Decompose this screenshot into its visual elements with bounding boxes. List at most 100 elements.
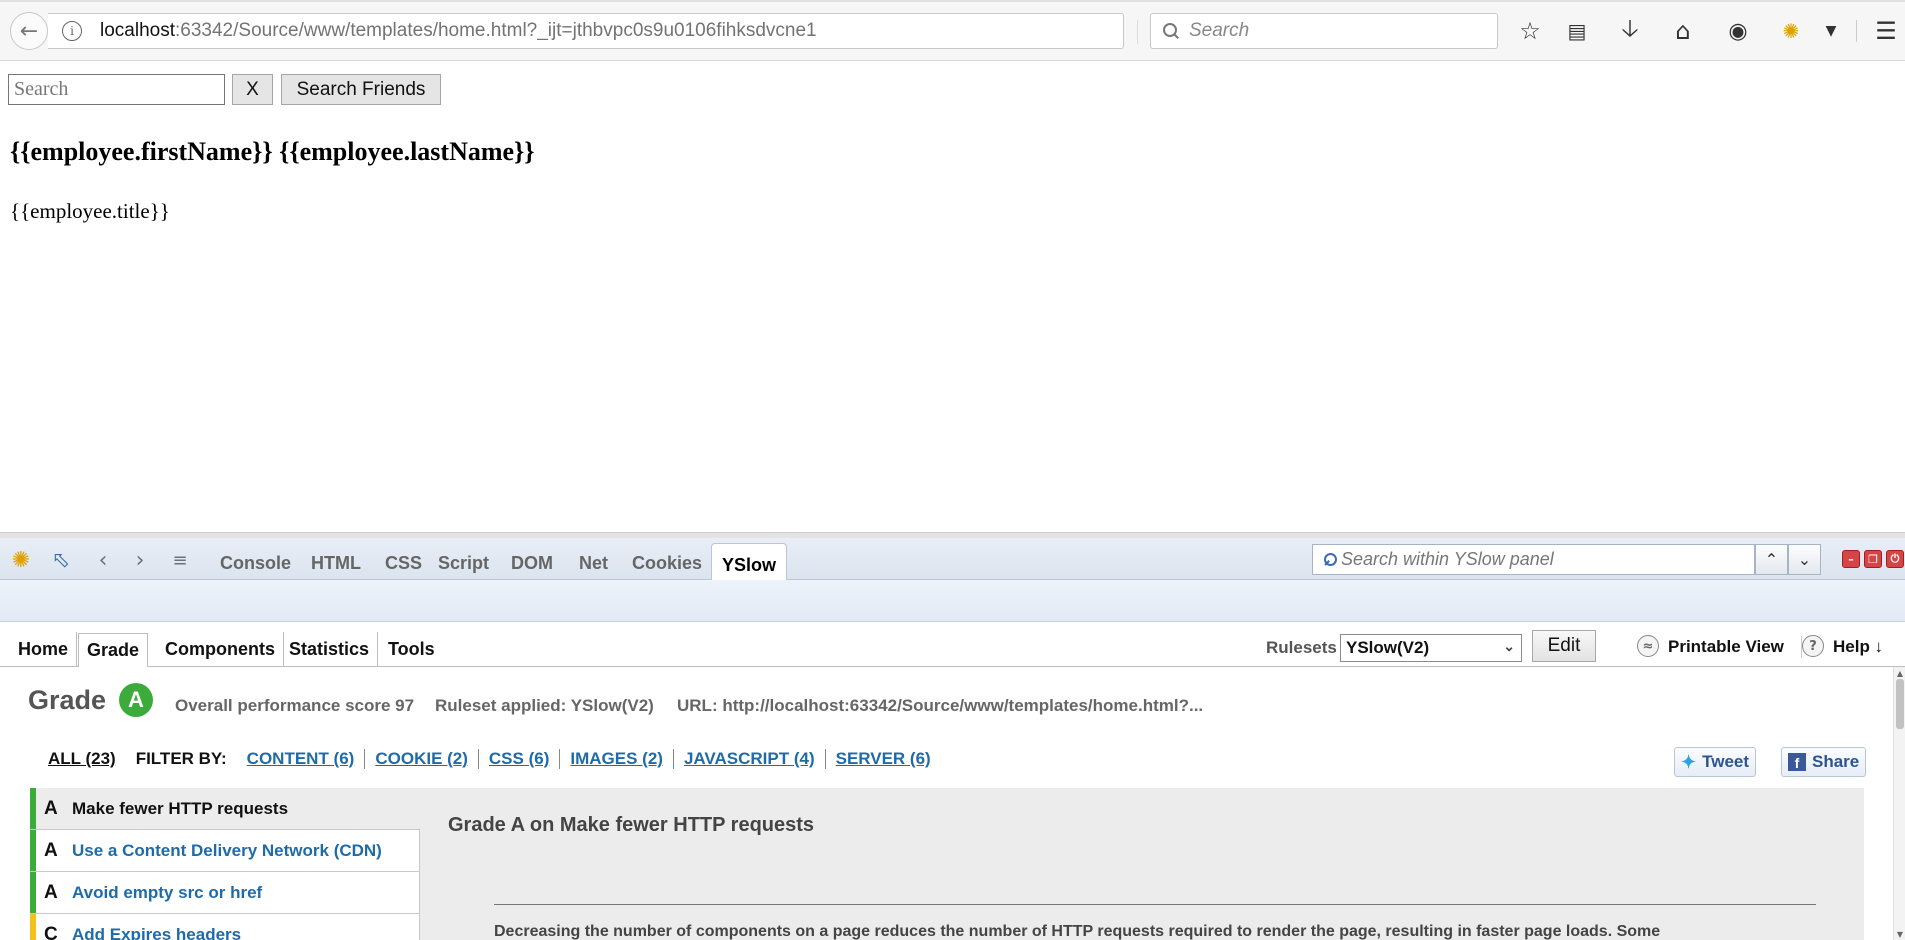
- help-icon[interactable]: ?: [1802, 635, 1824, 657]
- filter-bar: ALL (23) FILTER BY: CONTENT (6) COOKIE (…: [48, 747, 941, 771]
- info-icon[interactable]: i: [62, 21, 82, 41]
- clear-search-button[interactable]: X: [232, 74, 273, 105]
- ruleset-select[interactable]: YSlow(V2) ⌄: [1340, 634, 1522, 662]
- rules-container: A Make fewer HTTP requests A Use a Conte…: [30, 788, 1864, 940]
- rule-item[interactable]: C Add Expires headers: [30, 914, 420, 940]
- tab-css[interactable]: CSS: [385, 538, 422, 580]
- yslow-tab-grade[interactable]: Grade: [78, 633, 149, 668]
- previous-icon[interactable]: ‹: [90, 547, 116, 573]
- tweet-button[interactable]: ✦ Tweet: [1674, 747, 1757, 777]
- firebug-toolbar: ✺ ⬁ ‹ › ≡ Console HTML CSS Script DOM Ne…: [0, 538, 1905, 581]
- search-friends-button[interactable]: Search Friends: [281, 74, 441, 105]
- address-bar[interactable]: i localhost:63342/Source/www/templates/h…: [48, 13, 1166, 49]
- rule-grade-bar: [30, 914, 36, 940]
- ruleset-selected-value: YSlow(V2): [1346, 638, 1430, 657]
- rule-detail-text: Decreasing the number of components on a…: [494, 923, 1661, 940]
- reading-list-icon[interactable]: ▤: [1563, 17, 1591, 45]
- share-button[interactable]: f Share: [1781, 747, 1867, 777]
- toolbar-divider: [1856, 20, 1857, 42]
- filter-javascript[interactable]: JAVASCRIPT (4): [672, 749, 825, 769]
- friend-search-input[interactable]: [8, 74, 225, 105]
- tab-yslow[interactable]: YSlow: [711, 543, 788, 581]
- url-divider: [1137, 20, 1138, 44]
- printable-view-link[interactable]: Printable View: [1668, 637, 1784, 657]
- yslow-nav: Home Grade Components Statistics Tools R…: [0, 622, 1905, 668]
- filter-css[interactable]: CSS (6): [477, 749, 559, 769]
- yslow-search-placeholder: Search within YSlow panel: [1341, 549, 1554, 569]
- employee-name-heading: {{employee.firstName}} {{employee.lastNa…: [10, 137, 535, 166]
- command-line-icon[interactable]: ≡: [167, 547, 193, 573]
- scrollbar-thumb[interactable]: [1896, 679, 1904, 729]
- filter-images[interactable]: IMAGES (2): [559, 749, 673, 769]
- rule-item[interactable]: A Use a Content Delivery Network (CDN): [30, 830, 420, 872]
- printable-view-icon[interactable]: ≈: [1637, 635, 1659, 657]
- tab-console[interactable]: Console: [220, 538, 291, 580]
- overall-score: Overall performance score 97: [175, 696, 415, 715]
- page-content: X Search Friends {{employee.firstName}} …: [0, 62, 1905, 532]
- edit-ruleset-button[interactable]: Edit: [1532, 630, 1596, 662]
- grade-badge: A: [119, 683, 153, 717]
- tab-html[interactable]: HTML: [311, 538, 361, 580]
- home-icon[interactable]: ⌂: [1669, 17, 1697, 45]
- rule-grade: A: [44, 839, 58, 861]
- browser-toolbar: ← i localhost:63342/Source/www/templates…: [0, 0, 1905, 61]
- search-icon: [1321, 552, 1337, 567]
- yslow-tab-tools[interactable]: Tools: [380, 632, 443, 667]
- menu-icon[interactable]: ☰: [1872, 17, 1900, 45]
- rule-grade-bar: [30, 830, 36, 871]
- rule-grade-bar: [30, 788, 36, 829]
- search-up-icon[interactable]: ⌃: [1755, 544, 1788, 575]
- next-icon[interactable]: ›: [127, 547, 153, 573]
- url-path: :63342/Source/www/templates/home.html?_i…: [175, 20, 817, 41]
- tab-dom[interactable]: DOM: [511, 538, 553, 580]
- filter-all[interactable]: ALL (23): [48, 749, 116, 769]
- browser-search-bar[interactable]: Search: [1150, 13, 1498, 49]
- inspect-element-icon[interactable]: ⬁: [48, 547, 74, 573]
- firebug-logo-icon[interactable]: ✺: [8, 547, 34, 573]
- share-label: Share: [1812, 752, 1860, 771]
- close-icon[interactable]: ⏻: [1886, 550, 1904, 568]
- rule-label: Use a Content Delivery Network (CDN): [72, 840, 382, 860]
- rule-grade: C: [44, 923, 58, 940]
- tab-script[interactable]: Script: [438, 538, 489, 580]
- toolbar-top-line: [0, 0, 1905, 2]
- filter-content[interactable]: CONTENT (6): [247, 749, 365, 769]
- tweet-label: Tweet: [1702, 752, 1750, 771]
- ruleset-applied: Ruleset applied: YSlow(V2): [435, 696, 654, 715]
- back-arrow-icon[interactable]: ←: [10, 12, 48, 50]
- rule-label: Add Expires headers: [72, 924, 242, 940]
- scroll-down-icon[interactable]: ▼: [1894, 928, 1905, 940]
- filter-cookie[interactable]: COOKIE (2): [364, 749, 478, 769]
- tab-net[interactable]: Net: [579, 538, 608, 580]
- rulesets-label: Rulesets: [1266, 638, 1337, 657]
- pocket-icon[interactable]: ◉: [1724, 17, 1752, 45]
- rule-item[interactable]: A Avoid empty src or href: [30, 872, 420, 914]
- employee-title-text: {{employee.title}}: [10, 199, 170, 223]
- facebook-icon: f: [1788, 753, 1806, 771]
- graded-url: URL: http://localhost:63342/Source/www/t…: [677, 696, 1204, 715]
- grade-label: Grade: [28, 685, 107, 715]
- firebug-subtoolbar: [0, 580, 1905, 622]
- yslow-tab-statistics[interactable]: Statistics: [281, 632, 379, 667]
- detail-divider: [494, 904, 1816, 905]
- firebug-dropdown-icon[interactable]: ▼: [1817, 17, 1845, 45]
- yslow-tab-components[interactable]: Components: [157, 632, 284, 667]
- rule-grade: A: [44, 797, 58, 819]
- download-icon[interactable]: 🡣: [1616, 14, 1644, 45]
- help-link[interactable]: Help ↓: [1833, 637, 1883, 657]
- rule-item[interactable]: A Make fewer HTTP requests: [30, 788, 420, 830]
- yslow-tab-home[interactable]: Home: [10, 632, 78, 667]
- search-icon: [1163, 23, 1179, 39]
- search-down-icon[interactable]: ⌄: [1788, 544, 1821, 575]
- yslow-search-input[interactable]: Search within YSlow panel: [1312, 544, 1755, 575]
- url-text[interactable]: localhost:63342/Source/www/templates/hom…: [100, 20, 817, 42]
- vertical-scrollbar[interactable]: ▲ ▼: [1893, 667, 1905, 940]
- firebug-icon[interactable]: ✺: [1777, 17, 1805, 45]
- detach-icon[interactable]: ❐: [1864, 550, 1882, 568]
- bookmark-star-icon[interactable]: ☆: [1516, 17, 1544, 45]
- scroll-up-icon[interactable]: ▲: [1894, 667, 1905, 679]
- filter-server[interactable]: SERVER (6): [824, 749, 941, 769]
- minimize-icon[interactable]: –: [1842, 550, 1860, 568]
- filter-by-label: FILTER BY:: [135, 749, 227, 768]
- tab-cookies[interactable]: Cookies: [632, 538, 702, 580]
